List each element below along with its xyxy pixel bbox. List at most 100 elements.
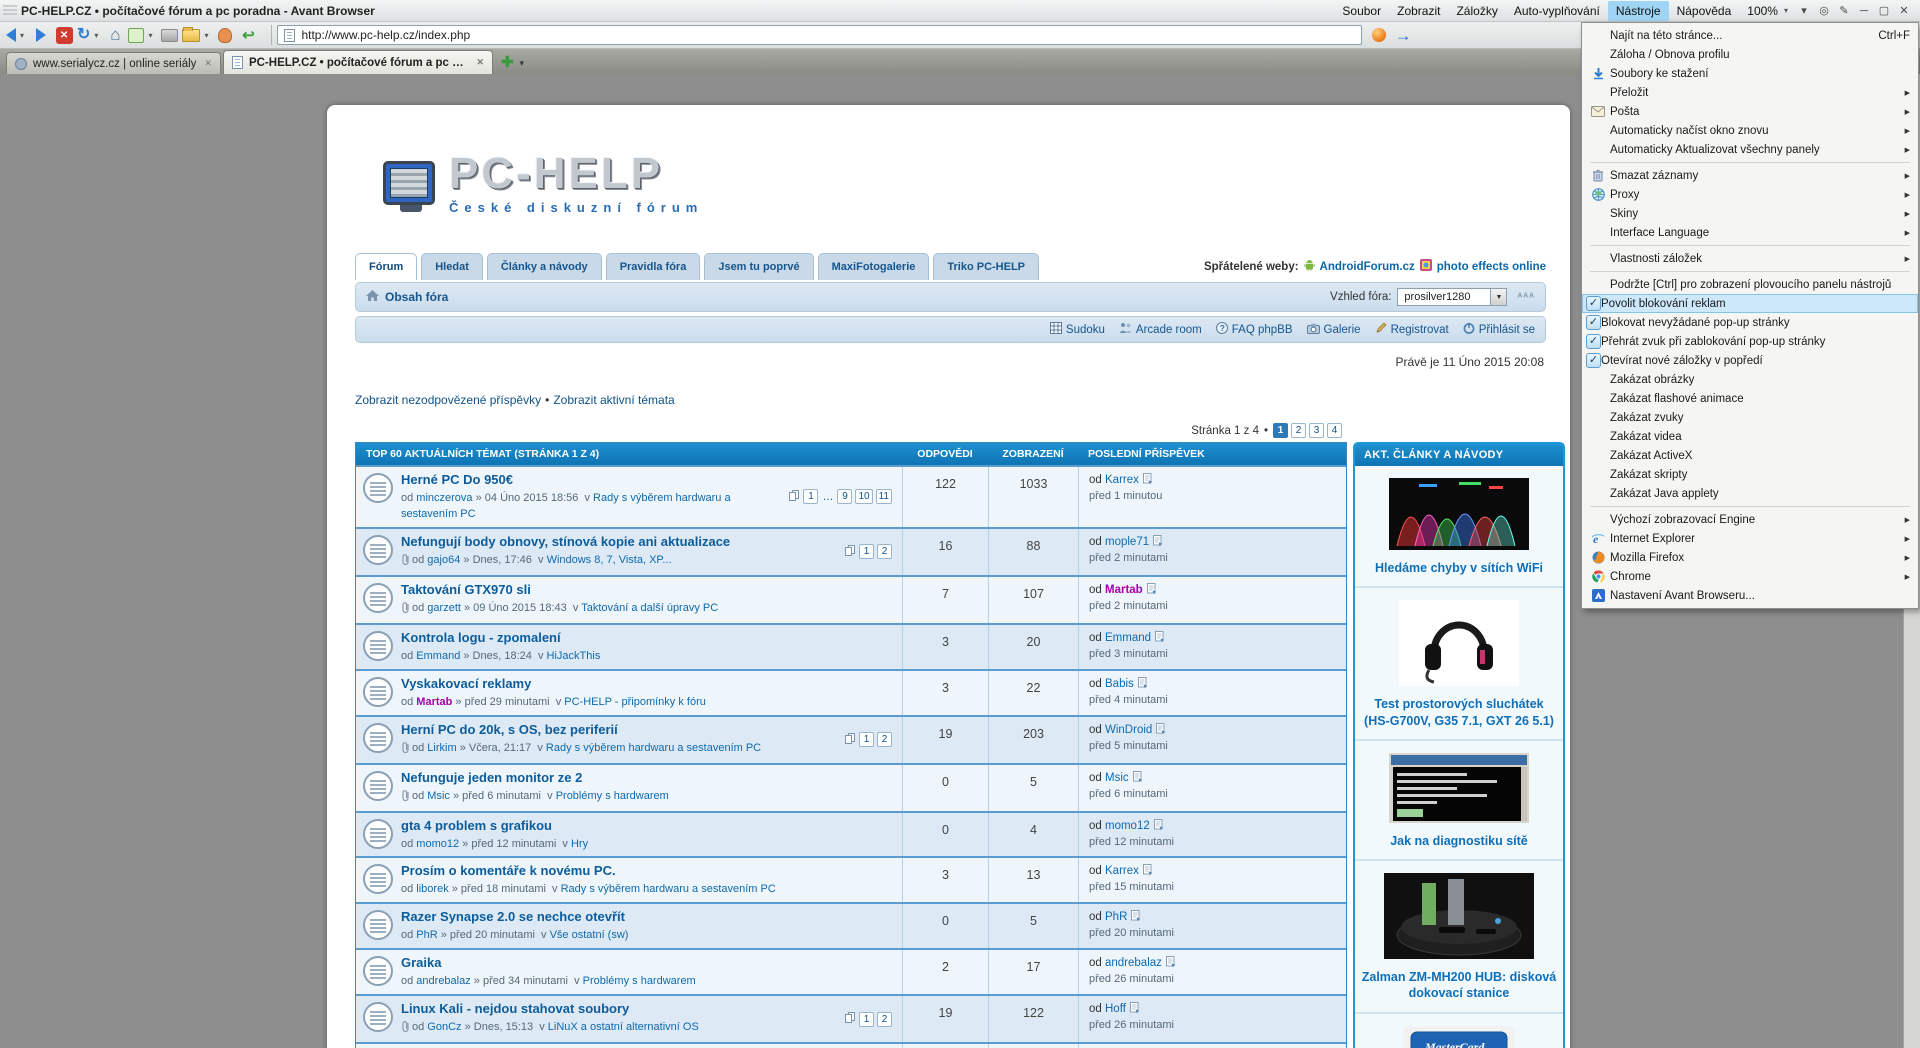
menu-item-podr-te-ctrl-pro-zobrazen-plovouc-ho-pan[interactable]: Podržte [Ctrl] pro zobrazení plovoucího … — [1582, 275, 1918, 294]
topic-author-link[interactable]: GonCz — [427, 1021, 461, 1033]
topic-title-link[interactable]: Nefungují body obnovy, stínová kopie ani… — [401, 534, 730, 549]
menu-item-zak-zat-obr-zky[interactable]: Zakázat obrázky — [1582, 370, 1918, 389]
topic-page-1[interactable]: 1 — [859, 732, 874, 747]
breadcrumb[interactable]: Obsah fóra — [366, 290, 448, 304]
back-icon[interactable]: ▾ — [6, 25, 28, 45]
forward-icon[interactable] — [31, 25, 51, 45]
last-post-author-link[interactable]: Karrex — [1105, 865, 1139, 877]
maximize-button[interactable]: ▢ — [1874, 4, 1894, 17]
topic-title-link[interactable]: Razer Synapse 2.0 se nechce otevřít — [401, 909, 625, 924]
topic-author-link[interactable]: andrebalaz — [416, 975, 470, 987]
quicklink-registrovat[interactable]: Registrovat — [1375, 322, 1449, 337]
forum-tab-l-nky-a-n-vody[interactable]: Články a návody — [487, 253, 602, 280]
topic-page-2[interactable]: 2 — [877, 1012, 892, 1027]
forum-link[interactable]: Windows 8, 7, Vista, XP... — [547, 554, 672, 566]
last-post-author-link[interactable]: momo12 — [1105, 820, 1150, 832]
undo-icon[interactable]: ↩ — [238, 25, 258, 45]
menubar-zobrazit[interactable]: Zobrazit — [1389, 1, 1448, 21]
view-unanswered-link[interactable]: Zobrazit nezodpovězené příspěvky — [355, 393, 541, 407]
menu-item-automaticky-aktualizovat-v-echny-panely[interactable]: Automaticky Aktualizovat všechny panely▶ — [1582, 140, 1918, 159]
last-post-author-link[interactable]: Msic — [1105, 772, 1129, 784]
forum-link[interactable]: HiJackThis — [547, 650, 601, 662]
topic-title-link[interactable]: Kontrola logu - zpomalení — [401, 630, 561, 645]
forum-link[interactable]: PC-HELP - připomínky k fóru — [564, 696, 706, 708]
pagination-page-4[interactable]: 4 — [1327, 423, 1342, 438]
menu-item-zak-zat-activex[interactable]: Zakázat ActiveX — [1582, 446, 1918, 465]
topic-title-link[interactable]: Herné PC Do 950€ — [401, 472, 513, 487]
view-latest-post-icon[interactable] — [1147, 583, 1157, 597]
quicklink-arcade-room[interactable]: Arcade room — [1119, 322, 1202, 337]
topic-title-link[interactable]: gta 4 problem s grafikou — [401, 818, 552, 833]
forum-tab-hledat[interactable]: Hledat — [421, 253, 483, 280]
stop-icon[interactable]: ✕ — [54, 25, 74, 45]
topic-page-2[interactable]: 2 — [877, 544, 892, 559]
menubar-auto-vypl-ov-n[interactable]: Auto-vyplňování — [1506, 1, 1608, 21]
article-title-link[interactable]: Jak na diagnostiku sítě — [1361, 833, 1557, 849]
terminal-article-image[interactable] — [1361, 753, 1557, 823]
topic-author-link[interactable]: Lirkim — [427, 742, 456, 754]
forum-link[interactable]: Vše ostatní (sw) — [550, 929, 629, 941]
menu-item-internet-explorer[interactable]: eInternet Explorer▶ — [1582, 529, 1918, 548]
menu-item-automaticky-na-st-okno-znovu[interactable]: Automaticky načíst okno znovu▶ — [1582, 121, 1918, 140]
forum-logo[interactable]: PC-HELP České diskuzní fórum — [327, 105, 1570, 225]
forum-tab-pravidla-f-ra[interactable]: Pravidla fóra — [606, 253, 701, 280]
topic-author-link[interactable]: liborek — [416, 883, 448, 895]
androidforum-link[interactable]: AndroidForum.cz — [1320, 261, 1415, 273]
article-title-link[interactable]: Hledáme chyby v sítích WiFi — [1361, 560, 1557, 576]
menu-item-soubory-ke-sta-en[interactable]: Soubory ke stažení — [1582, 64, 1918, 83]
close-button[interactable]: ✕ — [1894, 4, 1914, 17]
session-icon[interactable]: ◎ — [1814, 4, 1834, 17]
menu-item-mozilla-firefox[interactable]: Mozilla Firefox▶ — [1582, 548, 1918, 567]
view-latest-post-icon[interactable] — [1166, 956, 1176, 970]
topic-author-link[interactable]: PhR — [416, 929, 437, 941]
address-bar[interactable]: http://www.pc-help.cz/index.php — [277, 25, 1362, 45]
menu-item-blokovat-nevy-dan-pop-up-str-nky[interactable]: ✓Blokovat nevyžádané pop-up stránky — [1582, 313, 1918, 332]
view-latest-post-icon[interactable] — [1156, 723, 1166, 737]
topic-author-link[interactable]: garzett — [427, 602, 461, 614]
topic-page-1[interactable]: 1 — [859, 1012, 874, 1027]
mail-folder-icon[interactable]: ▾ — [182, 25, 212, 45]
breadcrumb-label[interactable]: Obsah fóra — [385, 290, 448, 304]
last-post-author-link[interactable]: mople71 — [1105, 536, 1149, 548]
view-latest-post-icon[interactable] — [1133, 771, 1143, 785]
forum-link[interactable]: Problémy s hardwarem — [583, 975, 696, 987]
gesture-icon[interactable] — [215, 25, 235, 45]
forum-link[interactable]: Rady s výběrem hardwaru a sestavením PC — [546, 742, 761, 754]
view-latest-post-icon[interactable] — [1154, 819, 1164, 833]
menubar-n-pov-da[interactable]: Nápověda — [1669, 1, 1740, 21]
menu-item-vlastnosti-z-lo-ek[interactable]: Vlastnosti záložek▶ — [1582, 249, 1918, 268]
topic-page-1[interactable]: 1 — [803, 489, 818, 504]
menu-item-smazat-z-znamy[interactable]: Smazat záznamy▶ — [1582, 166, 1918, 185]
forum-tab-triko-pc-help[interactable]: Triko PC-HELP — [933, 253, 1039, 280]
last-post-author-link[interactable]: PhR — [1105, 911, 1127, 923]
menu-item-nastaven-avant-browseru[interactable]: Nastavení Avant Browseru... — [1582, 586, 1918, 605]
topic-page-10[interactable]: 10 — [855, 489, 872, 504]
window-menu-caret-icon[interactable]: ▾ — [1794, 4, 1814, 17]
menu-item-po-ta[interactable]: Pošta▶ — [1582, 102, 1918, 121]
pagination-page-3[interactable]: 3 — [1309, 423, 1324, 438]
topic-page-1[interactable]: 1 — [859, 544, 874, 559]
menu-item-zak-zat-skripty[interactable]: Zakázat skripty — [1582, 465, 1918, 484]
new-tab-button[interactable]: ✚ — [495, 53, 520, 74]
topic-title-link[interactable]: Taktování GTX970 sli — [401, 582, 531, 597]
menu-item-z-loha-obnova-profilu[interactable]: Záloha / Obnova profilu — [1582, 45, 1918, 64]
forum-link[interactable]: Hry — [571, 838, 588, 850]
tab-close-icon[interactable]: ✕ — [476, 57, 484, 68]
topic-title-link[interactable]: Prosím o komentáře k novému PC. — [401, 863, 616, 878]
style-select-value[interactable]: prosilver1280 — [1398, 291, 1490, 303]
url-text[interactable]: http://www.pc-help.cz/index.php — [301, 28, 470, 42]
forum-link[interactable]: Taktování a další úpravy PC — [581, 602, 718, 614]
last-post-author-link[interactable]: WinDroid — [1105, 724, 1152, 736]
last-post-author-link[interactable]: Martab — [1105, 584, 1143, 596]
forum-link[interactable]: LiNuX a ostatní alternativní OS — [548, 1021, 699, 1033]
topic-title-link[interactable]: Vyskakovací reklamy — [401, 676, 531, 691]
forum-tab-maxifotogalerie[interactable]: MaxiFotogalerie — [818, 253, 930, 280]
home-icon[interactable]: ⌂ — [105, 25, 125, 45]
last-post-author-link[interactable]: andrebalaz — [1105, 957, 1162, 969]
zoom-level[interactable]: 100% — [1739, 1, 1780, 21]
quicklink-p-ihl-sit-se[interactable]: Přihlásit se — [1463, 322, 1535, 337]
refresh-icon[interactable]: ↻▾ — [77, 25, 102, 45]
quicklink-sudoku[interactable]: Sudoku — [1050, 322, 1105, 337]
view-latest-post-icon[interactable] — [1138, 677, 1148, 691]
menu-item-chrome[interactable]: Chrome▶ — [1582, 567, 1918, 586]
